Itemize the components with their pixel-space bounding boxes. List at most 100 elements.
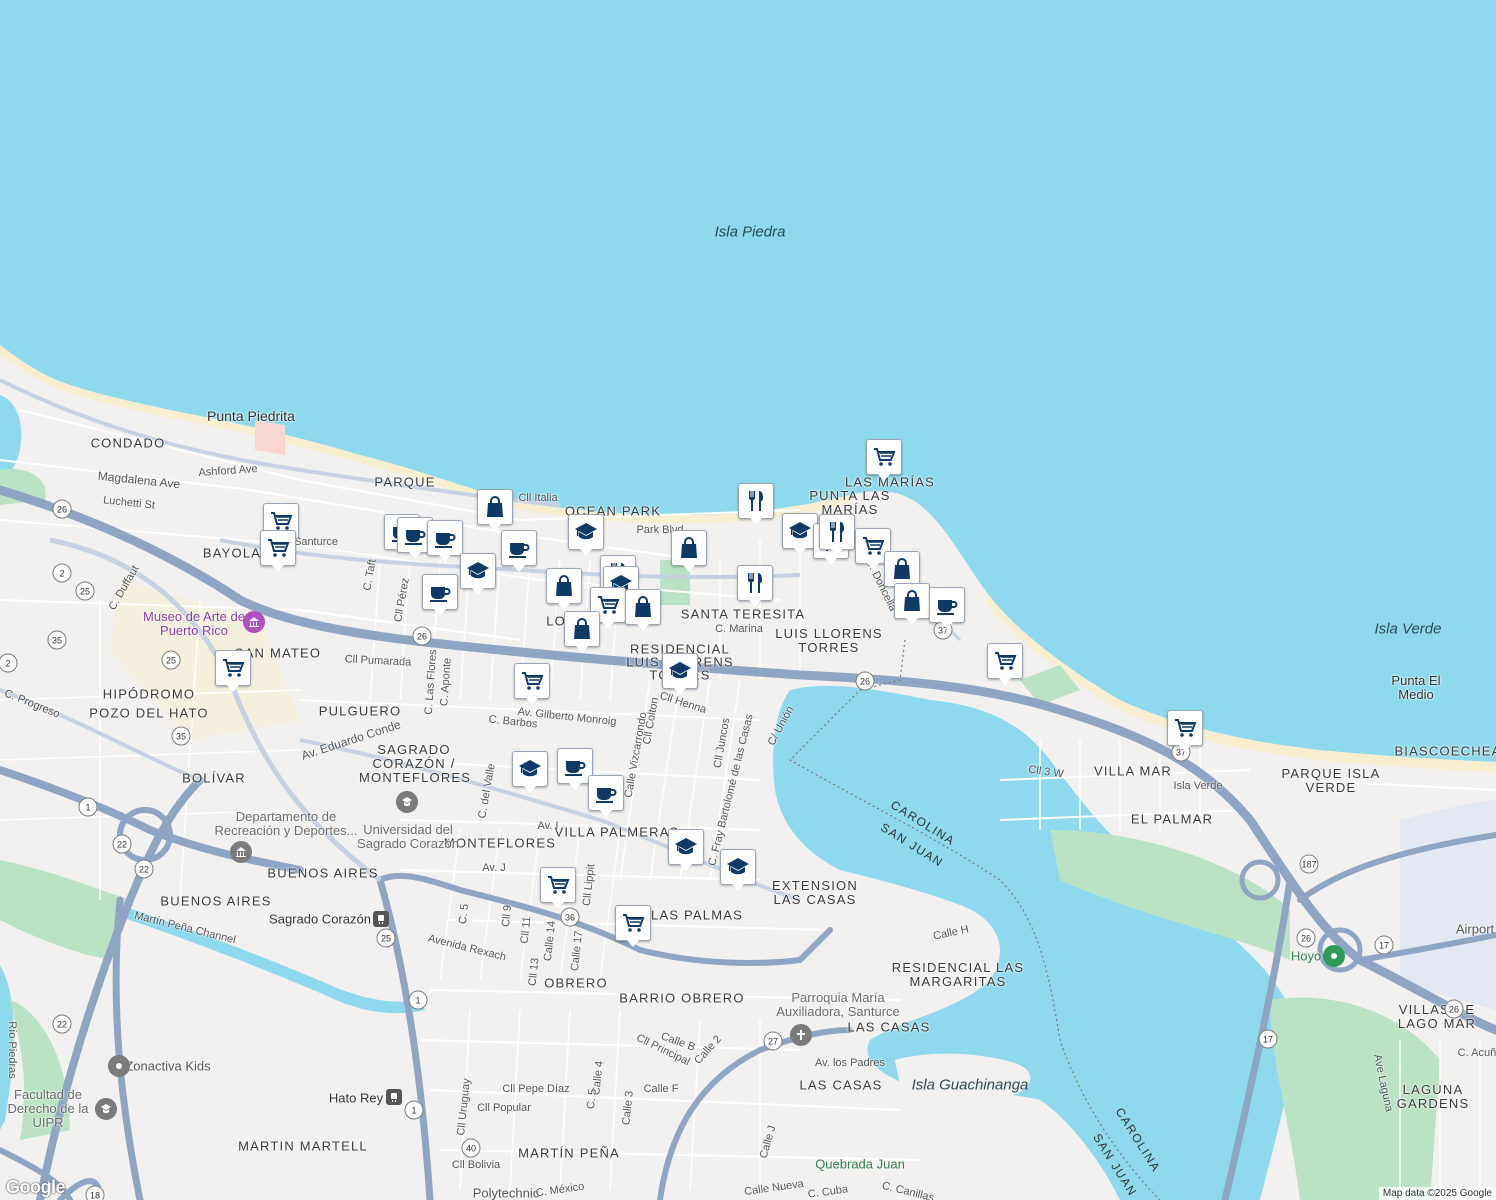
school-marker[interactable] — [720, 849, 756, 891]
route-shield: 2 — [52, 563, 72, 583]
route-shield: 1 — [78, 797, 98, 817]
grocery-cart-marker[interactable] — [615, 905, 651, 947]
route-shield: 22 — [52, 1014, 72, 1034]
route-shield: 25 — [75, 581, 95, 601]
route-shield: 35 — [171, 726, 191, 746]
neighborhood-label: BOLÍVAR — [182, 770, 246, 786]
neighborhood-label: LAS CASAS — [847, 1019, 931, 1035]
coffee-marker[interactable] — [501, 530, 537, 572]
shopping-bag-icon — [625, 589, 661, 631]
place-label: Zonactiva Kids — [125, 1058, 211, 1074]
museum-icon[interactable] — [243, 611, 265, 633]
neighborhood-label: BIASCOECHEA — [1394, 743, 1496, 759]
neighborhood-label: PUNTA LAS MARÍAS — [809, 488, 891, 517]
school-marker[interactable] — [662, 653, 698, 695]
transit-icon[interactable] — [386, 1089, 402, 1105]
coffee-marker[interactable] — [397, 517, 433, 559]
school-marker[interactable] — [512, 751, 548, 793]
neighborhood-label: EL PALMAR — [1130, 811, 1214, 827]
neighborhood-label: PARQUE — [374, 474, 436, 490]
grocery-cart-icon — [514, 663, 550, 705]
route-shield: 26 — [1444, 999, 1464, 1019]
restaurant-icon — [738, 483, 774, 525]
coffee-icon — [929, 587, 965, 629]
place-label: Río Piedras — [6, 1021, 18, 1079]
place-label: Polytechnic — [472, 1185, 540, 1200]
place-label: Santurce — [293, 536, 339, 548]
school-marker[interactable] — [782, 513, 818, 555]
shopping-bag-marker[interactable] — [671, 530, 707, 572]
coffee-icon — [422, 574, 458, 616]
shopping-bag-marker[interactable] — [564, 611, 600, 653]
place-label: Facultad de Derecho de la UIPR — [7, 1087, 89, 1130]
neighborhood-label: SANTA TERESITA — [680, 606, 806, 622]
street-label: Av. los Padres — [815, 1057, 885, 1069]
route-shield: 17 — [1258, 1029, 1278, 1049]
google-logo[interactable]: Google — [6, 1177, 66, 1198]
school-icon — [720, 849, 756, 891]
grocery-cart-marker[interactable] — [866, 439, 902, 481]
park-pin-icon[interactable] — [1323, 945, 1345, 967]
government-icon[interactable] — [230, 841, 252, 863]
shopping-bag-icon — [894, 583, 930, 625]
coffee-icon — [501, 530, 537, 572]
neighborhood-label: VILLAS DE LAGO MAR — [1397, 1002, 1477, 1031]
neighborhood-label: PARQUE ISLA VERDE — [1281, 766, 1381, 795]
map-canvas[interactable]: Isla Piedra Isla Verde Isla Guachinanga … — [0, 0, 1496, 1200]
transit-icon[interactable] — [373, 911, 389, 927]
restaurant-marker[interactable] — [738, 483, 774, 525]
grocery-cart-marker[interactable] — [514, 663, 550, 705]
route-shield: 22 — [134, 859, 154, 879]
restaurant-marker[interactable] — [819, 514, 855, 556]
grocery-cart-marker[interactable] — [540, 867, 576, 909]
route-shield: 18 — [85, 1185, 105, 1200]
school-marker[interactable] — [568, 514, 604, 556]
shopping-bag-marker[interactable] — [625, 589, 661, 631]
neighborhood-label: HIPÓDROMO — [102, 686, 196, 702]
shopping-bag-icon — [564, 611, 600, 653]
grocery-cart-icon — [540, 867, 576, 909]
restaurant-marker[interactable] — [737, 565, 773, 607]
shopping-bag-marker[interactable] — [884, 551, 920, 593]
coffee-marker[interactable] — [588, 775, 624, 817]
neighborhood-label: CONDADO — [90, 435, 166, 451]
coffee-marker[interactable] — [929, 587, 965, 629]
street-label: Av. I — [537, 820, 559, 832]
route-shield: 26 — [52, 499, 72, 519]
place-pin-icon[interactable] — [108, 1055, 130, 1077]
coffee-marker[interactable] — [422, 574, 458, 616]
restaurant-icon — [737, 565, 773, 607]
place-label: Isla Verde — [1173, 780, 1223, 792]
map-attribution[interactable]: Map data ©2025 Google — [1378, 1187, 1496, 1200]
street-label: C. Marina — [715, 623, 763, 635]
university-icon[interactable] — [95, 1098, 117, 1120]
neighborhood-label: MARTIN MARTELL — [238, 1138, 368, 1154]
route-shield: 35 — [47, 630, 67, 650]
grocery-cart-icon — [866, 439, 902, 481]
shopping-bag-marker[interactable] — [894, 583, 930, 625]
water-label-isla-verde: Isla Verde — [1374, 620, 1442, 638]
neighborhood-label: RESIDENCIAL LAS MARGARITAS — [891, 960, 1025, 989]
school-marker[interactable] — [460, 553, 496, 595]
shopping-bag-marker[interactable] — [477, 489, 513, 531]
neighborhood-label: VILLA PALMERAS — [554, 824, 680, 840]
grocery-cart-marker[interactable] — [987, 643, 1023, 685]
grocery-cart-marker[interactable] — [215, 650, 251, 692]
place-label: Sagrado Corazón — [269, 911, 371, 927]
grocery-cart-marker[interactable] — [260, 530, 296, 572]
neighborhood-label: POZO DEL HATO — [89, 705, 209, 721]
shopping-bag-icon — [546, 568, 582, 610]
coffee-icon — [427, 520, 463, 562]
route-shield: 40 — [461, 1138, 481, 1158]
grocery-cart-icon — [215, 650, 251, 692]
church-icon[interactable] — [790, 1024, 812, 1046]
university-icon[interactable] — [396, 791, 418, 813]
street-label: Cll Popular — [477, 1102, 531, 1114]
route-shield: 187 — [1299, 854, 1319, 874]
grocery-cart-marker[interactable] — [1167, 710, 1203, 752]
coffee-marker[interactable] — [557, 748, 593, 790]
grocery-cart-icon — [260, 530, 296, 572]
school-marker[interactable] — [668, 829, 704, 871]
coffee-marker[interactable] — [427, 520, 463, 562]
shopping-bag-marker[interactable] — [546, 568, 582, 610]
